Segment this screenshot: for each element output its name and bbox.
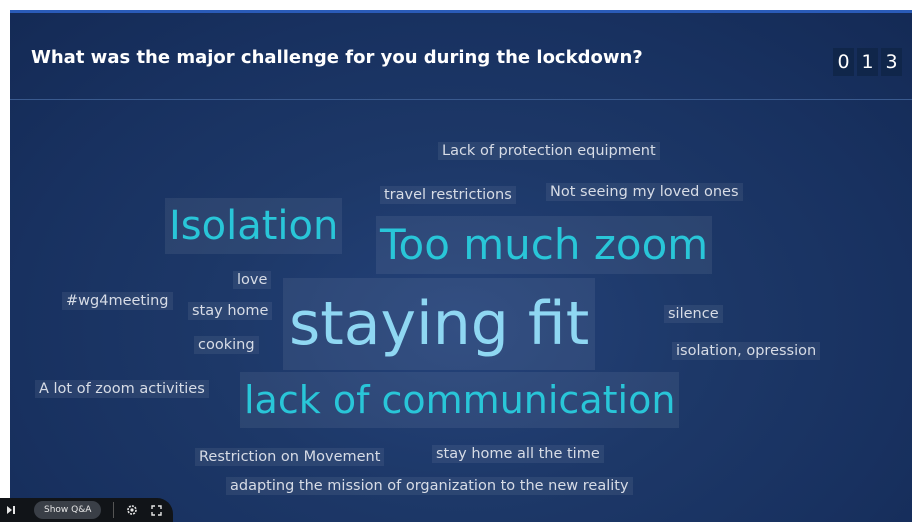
word-cloud-item: cooking [194, 336, 259, 355]
word-cloud-item: silence [664, 305, 723, 324]
counter-digit: 0 [833, 48, 854, 76]
word-cloud-item: staying fit [283, 278, 596, 370]
word-cloud-item: A lot of zoom activities [35, 380, 209, 399]
question-title: What was the major challenge for you dur… [31, 47, 643, 68]
word-cloud-item: love [233, 271, 272, 290]
counter-digit: 3 [881, 48, 902, 76]
play-pause-icon[interactable] [4, 505, 18, 515]
word-cloud-item: travel restrictions [380, 186, 516, 205]
question-header: What was the major challenge for you dur… [10, 13, 912, 100]
word-cloud-item: Too much zoom [376, 216, 713, 274]
presentation-controls-bar: Show Q&A [0, 498, 173, 522]
word-cloud-item: lack of communication [240, 372, 680, 428]
word-cloud-item: adapting the mission of organization to … [226, 477, 633, 496]
presentation-stage: What was the major challenge for you dur… [10, 10, 912, 522]
show-qa-button[interactable]: Show Q&A [34, 501, 102, 519]
word-cloud-item: stay home [188, 302, 273, 321]
word-cloud-item: stay home all the time [432, 445, 604, 464]
gear-icon[interactable] [124, 504, 140, 516]
word-cloud-item: Restriction on Movement [195, 448, 385, 467]
word-cloud-item: Not seeing my loved ones [546, 183, 743, 202]
fullscreen-icon[interactable] [148, 504, 164, 516]
response-counter: 0 1 3 [833, 48, 902, 76]
counter-digit: 1 [857, 48, 878, 76]
word-cloud-item: isolation, opression [672, 342, 821, 361]
word-cloud-item: Isolation [165, 198, 343, 254]
controls-divider [113, 502, 115, 518]
word-cloud-item: #wg4meeting [62, 292, 173, 311]
word-cloud-item: Lack of protection equipment [438, 142, 660, 161]
